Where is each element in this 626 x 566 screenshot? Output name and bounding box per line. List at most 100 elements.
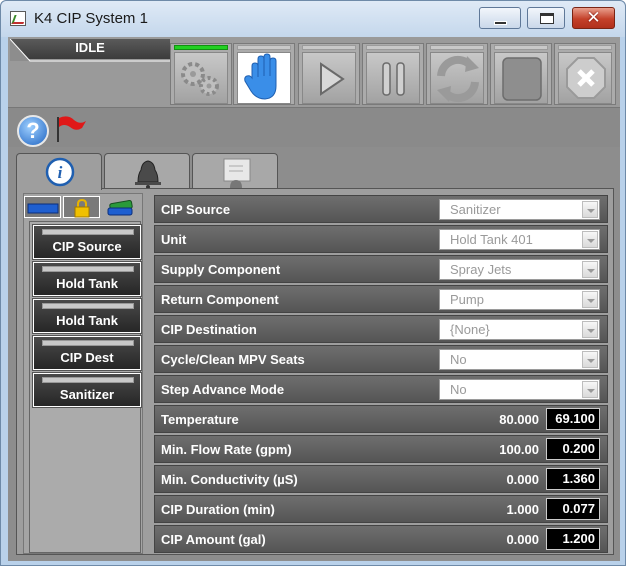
cip-dest-label: CIP Dest	[60, 350, 114, 365]
hold-tank-button[interactable]: Hold Tank	[32, 261, 142, 297]
select-value: Sanitizer	[450, 202, 501, 217]
cip-source-button[interactable]: CIP Source	[32, 224, 142, 260]
detail-panel: CIP Source Hold Tank Hold Tank CIP Dest	[16, 188, 614, 555]
auto-mode-button[interactable]	[170, 43, 232, 105]
maximize-button[interactable]	[527, 7, 565, 29]
unit-view-button[interactable]	[24, 196, 61, 218]
stop-button[interactable]	[490, 43, 552, 105]
state-corner-decoration	[10, 39, 180, 62]
select-value: {None}	[450, 322, 490, 337]
setpoint-value[interactable]: 1.000	[506, 502, 539, 517]
tab-strip: i	[16, 153, 296, 190]
measure-row-amount: CIP Amount (gal) 0.000 1.200	[154, 525, 608, 553]
measure-label: CIP Amount (gal)	[161, 532, 266, 547]
lock-button[interactable]	[63, 196, 100, 218]
cip-dest-indicator	[42, 340, 134, 346]
play-icon	[320, 62, 345, 96]
measure-label: Min. Conductivity (µS)	[161, 472, 298, 487]
title-bar[interactable]: K4 CIP System 1 ✕	[1, 1, 625, 37]
param-label: Step Advance Mode	[161, 382, 285, 397]
measure-row-temperature: Temperature 80.000 69.100	[154, 405, 608, 433]
close-icon: ✕	[586, 8, 601, 27]
chevron-down-icon[interactable]	[582, 321, 598, 338]
unit-select[interactable]: Hold Tank 401	[439, 229, 600, 250]
sanitizer-button[interactable]: Sanitizer	[32, 372, 142, 408]
param-label: CIP Source	[161, 202, 231, 217]
client-area: IDLE ? i CIP Source Hold Tank Hold Tank …	[8, 37, 620, 561]
actual-value: 1.200	[546, 528, 600, 550]
chevron-down-icon[interactable]	[582, 291, 598, 308]
app-icon	[10, 11, 26, 26]
bell-icon	[135, 160, 161, 189]
stop-icon	[502, 57, 542, 101]
cip-source-indicator	[42, 229, 134, 235]
chevron-down-icon[interactable]	[582, 351, 598, 368]
close-button[interactable]: ✕	[572, 7, 615, 29]
hold-tank-label: Hold Tank	[56, 276, 118, 291]
manual-mode-button[interactable]	[233, 43, 295, 105]
param-row-cip-source: CIP Source Sanitizer	[154, 195, 608, 223]
chevron-down-icon[interactable]	[582, 201, 598, 218]
chevron-down-icon[interactable]	[582, 261, 598, 278]
hold-tank-button-2[interactable]: Hold Tank	[32, 298, 142, 334]
param-row-destination: CIP Destination {None}	[154, 315, 608, 343]
actual-value: 1.360	[546, 468, 600, 490]
mpv-seats-select[interactable]: No	[439, 349, 600, 370]
maximize-icon	[540, 13, 554, 24]
tab-alarms[interactable]	[104, 153, 190, 189]
unit-selector-panel: CIP Source Hold Tank Hold Tank CIP Dest	[23, 193, 143, 554]
hold-tank-2-label: Hold Tank	[56, 313, 118, 328]
supply-component-select[interactable]: Spray Jets	[439, 259, 600, 280]
abort-button[interactable]	[554, 43, 616, 105]
setpoint-value[interactable]: 0.000	[506, 472, 539, 487]
minimize-button[interactable]	[479, 7, 521, 29]
restart-button[interactable]	[426, 43, 488, 105]
return-component-select[interactable]: Pump	[439, 289, 600, 310]
cip-destination-select[interactable]: {None}	[439, 319, 600, 340]
svg-text:i: i	[58, 163, 63, 182]
param-label: Supply Component	[161, 262, 281, 277]
pause-icon	[382, 62, 405, 96]
chevron-down-icon[interactable]	[582, 381, 598, 398]
param-label: Cycle/Clean MPV Seats	[161, 352, 305, 367]
measure-row-flow: Min. Flow Rate (gpm) 100.00 0.200	[154, 435, 608, 463]
select-value: Pump	[450, 292, 484, 307]
gears-icon	[181, 62, 219, 96]
param-row-step-advance: Step Advance Mode No	[154, 375, 608, 403]
tab-info[interactable]: i	[16, 153, 102, 190]
measure-label: Temperature	[161, 412, 239, 427]
param-label: CIP Destination	[161, 322, 257, 337]
chevron-down-icon[interactable]	[582, 231, 598, 248]
tab-recipe[interactable]	[192, 153, 278, 189]
hold-tank-indicator	[42, 266, 134, 272]
select-value: No	[450, 382, 467, 397]
command-toolbar: IDLE	[8, 37, 620, 107]
select-value: Hold Tank 401	[450, 232, 533, 247]
equipment-icon	[107, 199, 133, 216]
start-button[interactable]	[298, 43, 360, 105]
flag-icon[interactable]	[54, 114, 88, 144]
cip-dest-button[interactable]: CIP Dest	[32, 335, 142, 371]
window: K4 CIP System 1 ✕ IDLE ? i CIP Source Ho…	[0, 0, 626, 566]
info-icon: i	[45, 157, 75, 187]
setpoint-value[interactable]: 80.000	[499, 412, 539, 427]
param-row-unit: Unit Hold Tank 401	[154, 225, 608, 253]
help-button[interactable]: ?	[17, 115, 49, 147]
abort-icon	[566, 57, 606, 99]
sanitizer-indicator	[42, 377, 134, 383]
pause-button[interactable]	[362, 43, 424, 105]
setpoint-value[interactable]: 100.00	[499, 442, 539, 457]
unit-list: CIP Source Hold Tank Hold Tank CIP Dest	[29, 221, 142, 553]
unit-icon	[27, 203, 59, 214]
param-label: Return Component	[161, 292, 279, 307]
param-row-supply: Supply Component Spray Jets	[154, 255, 608, 283]
window-title: K4 CIP System 1	[34, 10, 148, 27]
equipment-button[interactable]	[102, 196, 139, 218]
question-icon: ?	[26, 118, 40, 143]
recipe-icon	[223, 158, 251, 188]
step-advance-select[interactable]: No	[439, 379, 600, 400]
sanitizer-label: Sanitizer	[59, 387, 115, 402]
cip-source-select[interactable]: Sanitizer	[439, 199, 600, 220]
hand-icon	[244, 53, 277, 100]
setpoint-value[interactable]: 0.000	[506, 532, 539, 547]
